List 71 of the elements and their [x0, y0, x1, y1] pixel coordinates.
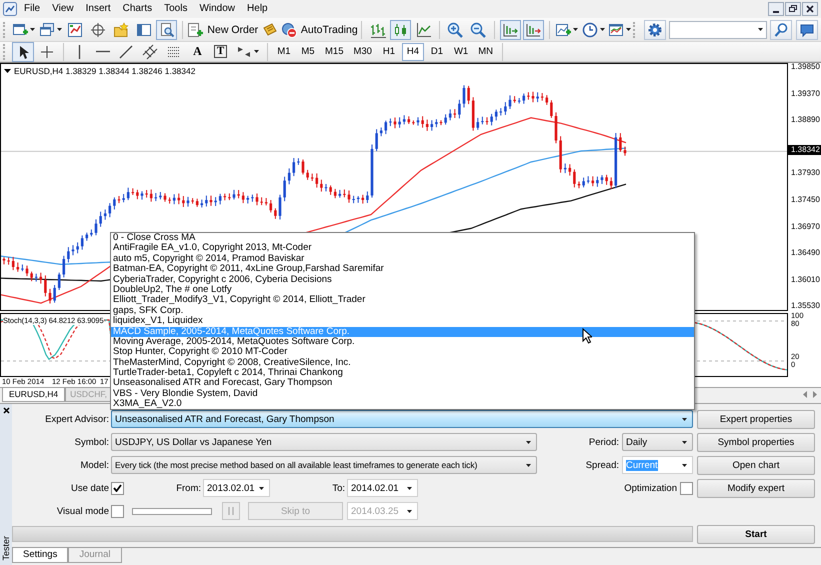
- expert-option[interactable]: liquidex_V1, Liquidex: [111, 316, 694, 327]
- field-label: Use date: [70, 482, 109, 494]
- text-label-tool-button[interactable]: T: [210, 42, 231, 62]
- date-field[interactable]: 2013.02.01: [203, 479, 270, 497]
- price-label: 1.36010: [791, 274, 820, 285]
- tester-tab[interactable]: Settings: [12, 548, 68, 563]
- field-label: To:: [331, 482, 345, 494]
- field-label: Model:: [79, 460, 109, 470]
- text-tool-button[interactable]: A: [187, 42, 208, 62]
- price-label: 1.38890: [791, 115, 820, 126]
- field-label: Expert Advisor:: [44, 414, 109, 424]
- panel-title: Tester: [1, 536, 11, 561]
- timeframe-button[interactable]: M30: [349, 42, 376, 60]
- price-label: 1.37930: [791, 168, 820, 178]
- chart-header: EURUSD,H4 1.38329 1.38344 1.38246 1.38342: [14, 66, 196, 76]
- price-label: 1.39370: [791, 88, 820, 99]
- price-label: 1.37450: [791, 195, 820, 205]
- field-label: Visual mode: [56, 506, 109, 516]
- action-button[interactable]: Symbol properties: [697, 432, 815, 452]
- timeframe-button[interactable]: MN: [474, 42, 497, 60]
- menu-item[interactable]: Window: [193, 1, 242, 17]
- field-label: From:: [175, 482, 201, 494]
- expert-option[interactable]: Batman-EA, Copyright © 2011, 4xLine Group,Farshad Saremifar: [111, 264, 694, 275]
- timeframe-button[interactable]: H4: [402, 42, 424, 60]
- expert-option[interactable]: auto m5, Copyright © 2014, Pramod Baviskar: [111, 254, 694, 264]
- chart-tab[interactable]: EURUSD,H4: [2, 388, 66, 402]
- field-label: Spread:: [586, 460, 619, 470]
- field-label: Optimization: [624, 482, 677, 494]
- expert-option[interactable]: DoubleUp2, The # one Lotfy: [111, 284, 694, 296]
- menu-item[interactable]: Charts: [116, 1, 158, 17]
- expert-option[interactable]: CyberiaTrader, Copyright c 2006, Cyberia Decisions: [111, 274, 694, 285]
- timeframe-button[interactable]: M15: [321, 42, 348, 60]
- action-button[interactable]: Modify expert: [697, 478, 815, 498]
- timeframe-button[interactable]: D1: [426, 42, 448, 60]
- menu-item[interactable]: File: [18, 1, 46, 17]
- expert-option[interactable]: Stop Hunter, Copyright © 2010 MT-Coder: [111, 347, 694, 358]
- action-button[interactable]: Open chart: [697, 456, 815, 474]
- timeframe-button[interactable]: H1: [378, 42, 400, 60]
- expert-option[interactable]: VBS - Very Blondie System, David: [111, 388, 694, 400]
- price-label: 1.35530: [791, 301, 820, 312]
- expert-option[interactable]: Moving Average, 2005-2014, MetaQuotes Software Corp.: [111, 336, 694, 348]
- menu-item[interactable]: Help: [241, 1, 274, 17]
- menu-item[interactable]: Tools: [158, 1, 194, 17]
- price-label: 1.36970: [791, 222, 820, 232]
- expert-option[interactable]: AntiFragile EA_v1.0, Copyright 2013, Mt-Coder: [111, 243, 694, 254]
- current-price-label: 1.38342: [788, 145, 821, 155]
- date-field[interactable]: 2014.02.01: [347, 479, 418, 497]
- expert-option[interactable]: Elliott_Trader_Modify3_V1, Copyright © 2014, Elliott_Trader: [111, 295, 694, 306]
- expert-option[interactable]: Unseasonalised ATR and Forecast, Gary Thompson: [111, 378, 694, 389]
- expert-option[interactable]: TurtleTrader-beta1, Copyleft c 2014, Thrinai Chankong: [111, 368, 694, 378]
- expert-option[interactable]: X3MA_EA_V2.0: [111, 399, 694, 409]
- expert-advisor-dropdown[interactable]: Unseasonalised ATR and Forecast, Gary Thompson: [111, 410, 693, 428]
- toolbar-button[interactable]: AutoTrading: [282, 20, 356, 40]
- timeframe-button[interactable]: M5: [297, 42, 319, 60]
- field-label: Period:: [588, 436, 619, 448]
- field-label: Symbol:: [74, 436, 109, 448]
- expert-option[interactable]: TheMasterMind, Copyright © 2008, CreativeSilence, Inc.: [111, 358, 694, 368]
- timeframe-button[interactable]: W1: [450, 42, 472, 60]
- model-dropdown[interactable]: Every tick (the most precise method based on all available least timeframes to generate each tick): [111, 456, 537, 474]
- menu-item[interactable]: View: [46, 1, 80, 17]
- expert-option[interactable]: gaps, SFK Corp.: [111, 306, 694, 316]
- action-button[interactable]: Expert properties: [697, 410, 815, 428]
- action-button[interactable]: Start: [697, 524, 815, 544]
- symbol-dropdown[interactable]: USDJPY, US Dollar vs Japanese Yen: [111, 433, 537, 451]
- expert-option[interactable]: 0 - Close Cross MA: [111, 233, 694, 244]
- menu-item[interactable]: Insert: [80, 1, 117, 17]
- period-dropdown[interactable]: Daily: [622, 433, 693, 451]
- price-label: 1.39850: [791, 62, 820, 72]
- timeframe-button[interactable]: M1: [273, 42, 295, 60]
- price-label: 1.36490: [791, 248, 820, 258]
- toolbar-button[interactable]: New Order: [188, 20, 258, 40]
